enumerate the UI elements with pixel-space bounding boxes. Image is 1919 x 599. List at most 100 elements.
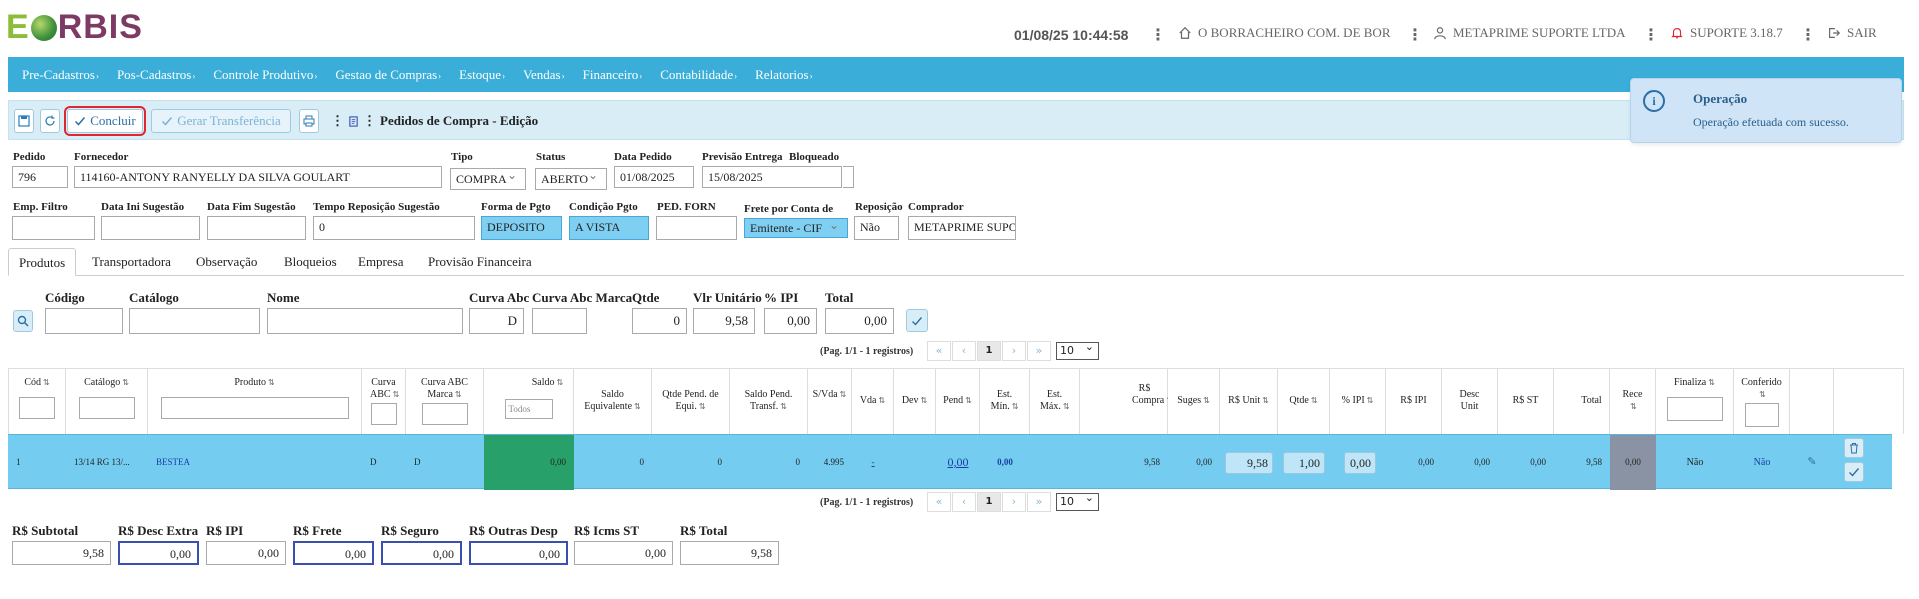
tab-observacao[interactable]: Observação	[186, 248, 267, 276]
vlr-unitario-input[interactable]: 9,58	[693, 308, 755, 334]
col-dev[interactable]: Dev ⇅	[894, 368, 936, 434]
col-qtde[interactable]: Qtde ⇅	[1278, 368, 1330, 434]
conferido-filter[interactable]	[1744, 403, 1779, 427]
reposicao-field[interactable]: Não	[854, 216, 899, 240]
next-page-button[interactable]: ›	[1002, 341, 1026, 361]
rs-unit-input[interactable]: 9,58	[1225, 452, 1273, 474]
add-item-button[interactable]	[906, 309, 928, 332]
col-rs-compra[interactable]: R$ Compra⇅	[1080, 368, 1173, 434]
col-saldo-pend-transf[interactable]: Saldo Pend. Transf. ⇅	[730, 368, 808, 434]
page-1-button[interactable]: 1	[977, 492, 1001, 512]
comprador-field[interactable]: METAPRIME SUPORTE	[908, 216, 1016, 240]
frete-total-field[interactable]: 0,00	[293, 541, 374, 565]
page-size-select[interactable]: 10	[1056, 340, 1099, 360]
catalogo-filter[interactable]	[78, 397, 135, 419]
ipi-input-row[interactable]: 0,00	[1344, 452, 1376, 474]
more-dots-icon[interactable]: ⋮	[1800, 25, 1816, 44]
refresh-button[interactable]	[40, 109, 60, 133]
finaliza-filter[interactable]	[1666, 397, 1723, 421]
col-cod[interactable]: Cód ⇅	[8, 368, 66, 434]
tab-produtos[interactable]: Produtos	[8, 248, 77, 276]
col-est-max[interactable]: Est. Máx. ⇅	[1030, 368, 1080, 434]
page-size-select[interactable]: 10	[1056, 491, 1099, 511]
page-1-button[interactable]: 1	[977, 341, 1001, 361]
table-row[interactable]: 1 13/14 RG 13/... BESTEA D D 0,00 0 0 0 …	[8, 434, 1892, 490]
cod-filter[interactable]	[19, 397, 55, 419]
delete-button[interactable]	[1844, 438, 1864, 458]
save-button[interactable]	[14, 109, 34, 133]
status-select[interactable]: ABERTO	[535, 168, 607, 190]
col-catalogo[interactable]: Catálogo ⇅	[66, 368, 148, 434]
desc-extra-field[interactable]: 0,00	[118, 541, 199, 565]
frete-select[interactable]: Emitente - CIF	[744, 218, 848, 238]
tipo-select[interactable]: COMPRA	[450, 168, 526, 190]
col-rs-unit[interactable]: R$ Unit ⇅	[1220, 368, 1278, 434]
col-suges[interactable]: Suges ⇅	[1168, 368, 1220, 434]
col-ipi-pct[interactable]: % IPI ⇅	[1330, 368, 1386, 434]
col-curva-abc-marca[interactable]: Curva ABC Marca ⇅	[406, 368, 484, 434]
codigo-input[interactable]	[45, 308, 123, 334]
outras-desp-field[interactable]: 0,00	[469, 541, 568, 565]
cell-pend-link[interactable]: 0,00	[936, 435, 980, 490]
tab-provisao-financeira[interactable]: Provisão Financeira	[418, 248, 542, 276]
curva-abc-marca-filter[interactable]	[421, 403, 468, 425]
more-dots-icon[interactable]: ⋮	[331, 113, 344, 129]
user-menu[interactable]: METAPRIME SUPORTE LTDA	[1433, 25, 1626, 41]
edit-icon[interactable]: ✎	[1790, 435, 1834, 490]
emp-filtro-field[interactable]	[12, 216, 95, 240]
menu-gestao-compras[interactable]: Gestao de Compras	[335, 67, 441, 83]
ipi-input[interactable]: 0,00	[764, 308, 817, 334]
col-saldo[interactable]: Saldo ⇅ Todos	[484, 368, 574, 434]
nome-input[interactable]	[267, 308, 463, 334]
pedido-field[interactable]: 796	[12, 166, 68, 188]
qtde-input-row[interactable]: 1,00	[1283, 452, 1325, 474]
data-fim-sugestao-field[interactable]	[207, 216, 306, 240]
tab-empresa[interactable]: Empresa	[348, 248, 413, 276]
prev-page-button[interactable]: ‹	[952, 341, 976, 361]
more-dots-icon[interactable]: ⋮	[1407, 25, 1423, 44]
bloqueado-field[interactable]	[843, 166, 854, 188]
logout-button[interactable]: SAIR	[1827, 25, 1877, 41]
tab-transportadora[interactable]: Transportadora	[82, 248, 181, 276]
menu-controle-produtivo[interactable]: Controle Produtivo	[213, 67, 317, 83]
last-page-button[interactable]: »	[1027, 341, 1051, 361]
col-svda[interactable]: S/Vda ⇅	[808, 368, 852, 434]
total-input[interactable]: 0,00	[825, 308, 894, 334]
condicao-pgto-field[interactable]: A VISTA	[569, 216, 649, 240]
more-dots-icon[interactable]: ⋮	[1643, 25, 1659, 44]
menu-pos-cadastros[interactable]: Pos-Cadastros	[117, 67, 195, 83]
next-page-button[interactable]: ›	[1002, 492, 1026, 512]
data-pedido-field[interactable]: 01/08/2025	[614, 166, 694, 188]
col-vda[interactable]: Vda ⇅	[852, 368, 894, 434]
first-page-button[interactable]: «	[927, 341, 951, 361]
data-ini-sugestao-field[interactable]	[101, 216, 200, 240]
qtde-input[interactable]: 0	[632, 308, 687, 334]
prev-page-button[interactable]: ‹	[952, 492, 976, 512]
col-pend[interactable]: Pend ⇅	[936, 368, 980, 434]
tab-bloqueios[interactable]: Bloqueios	[274, 248, 347, 276]
produto-filter[interactable]	[160, 397, 349, 419]
menu-financeiro[interactable]: Financeiro	[583, 67, 643, 83]
curva-abc-marca-input[interactable]	[532, 308, 587, 334]
tempo-reposicao-field[interactable]: 0	[313, 216, 475, 240]
search-button[interactable]	[13, 310, 33, 332]
cell-produto[interactable]: BESTEA	[148, 435, 362, 490]
seguro-field[interactable]: 0,00	[381, 541, 462, 565]
col-est-min[interactable]: Est. Mín. ⇅	[980, 368, 1030, 434]
col-produto[interactable]: Produto ⇅	[148, 368, 362, 434]
gerar-transferencia-button[interactable]: Gerar Transferência	[151, 109, 291, 133]
print-button[interactable]	[299, 109, 319, 133]
last-page-button[interactable]: »	[1027, 492, 1051, 512]
concluir-button[interactable]: Concluir	[64, 106, 146, 136]
col-qtde-pend-equi[interactable]: Qtde Pend. de Equi. ⇅	[652, 368, 730, 434]
notifications-menu[interactable]: SUPORTE 3.18.7	[1670, 25, 1783, 41]
col-conferido[interactable]: Conferido ⇅	[1734, 368, 1790, 434]
cell-vda-link[interactable]: -	[852, 435, 894, 490]
more-dots-icon[interactable]: ⋮	[1150, 25, 1166, 44]
catalogo-input[interactable]	[129, 308, 260, 334]
curva-abc-filter[interactable]	[370, 403, 397, 425]
ped-forn-field[interactable]	[656, 216, 737, 240]
col-rece[interactable]: Rece ⇅	[1610, 368, 1656, 434]
menu-estoque[interactable]: Estoque	[459, 67, 505, 83]
col-curva-abc[interactable]: Curva ABC ⇅	[362, 368, 406, 434]
